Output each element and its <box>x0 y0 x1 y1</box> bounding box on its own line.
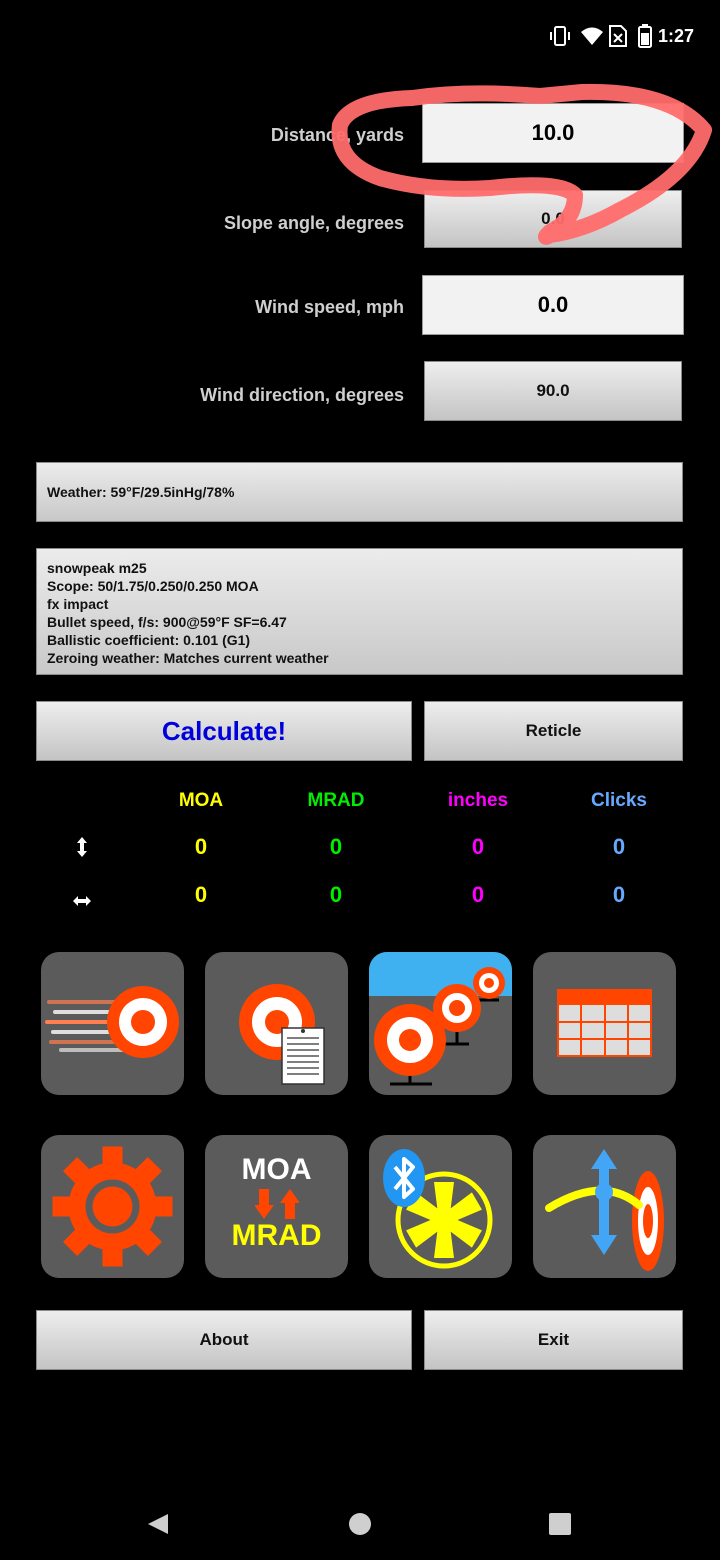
horizontal-arrow-icon <box>73 896 91 906</box>
bluetooth-wind-tile[interactable] <box>369 1135 512 1278</box>
table-tile[interactable] <box>533 952 676 1095</box>
trajectory-tile[interactable] <box>41 952 184 1095</box>
weather-button[interactable]: Weather: 59°F/29.5inHg/78% <box>36 462 683 522</box>
clicks-header: Clicks <box>591 790 647 811</box>
vertical-arrow-icon <box>77 837 87 857</box>
trajectory-arrow-icon <box>545 1149 664 1271</box>
annotation-scribble <box>331 83 712 245</box>
wind-speed-label: Wind speed, mph <box>255 297 404 317</box>
profile-line: Bullet speed, f/s: 900@59°F SF=6.47 <box>47 614 287 630</box>
status-bar: 1:27 <box>0 0 720 72</box>
mrad-header: MRAD <box>307 790 365 811</box>
wifi-icon <box>581 27 603 45</box>
profile-line: fx impact <box>47 596 109 612</box>
settings-tile[interactable] <box>41 1135 184 1278</box>
reticle-button[interactable]: Reticle <box>424 701 683 761</box>
range-targets-icon <box>369 952 512 1086</box>
clock: 1:27 <box>657 26 694 46</box>
speeding-target-icon <box>45 986 179 1058</box>
recents-icon[interactable] <box>548 1512 572 1536</box>
inches-header: inches <box>447 790 509 811</box>
vertical-inches: 0 <box>471 834 485 859</box>
target-document-icon <box>239 984 325 1085</box>
calculate-button[interactable]: Calculate! <box>36 701 412 761</box>
swap-arrows-icon <box>255 1189 299 1219</box>
back-icon[interactable] <box>146 1512 170 1536</box>
battery-icon <box>638 24 652 48</box>
horizontal-inches: 0 <box>471 882 485 907</box>
about-button[interactable]: About <box>36 1310 412 1370</box>
converter-moa-label: MOA <box>241 1153 312 1186</box>
profile-line: Zeroing weather: Matches current weather <box>47 650 329 666</box>
profile-line: Ballistic coefficient: 0.101 (G1) <box>47 632 251 648</box>
vertical-moa: 0 <box>194 834 208 859</box>
wind-direction-button[interactable]: 90.0 <box>424 361 682 421</box>
vertical-mrad: 0 <box>329 834 343 859</box>
targets-range-tile[interactable] <box>369 952 512 1095</box>
gear-icon <box>52 1146 173 1267</box>
unit-converter-tile[interactable]: MOA MRAD <box>205 1135 348 1278</box>
wind-speed-field[interactable]: 0.0 <box>422 275 684 335</box>
weather-text: Weather: 59°F/29.5inHg/78% <box>47 484 235 500</box>
profile-line: snowpeak m25 <box>47 560 147 576</box>
profile-button[interactable]: snowpeak m25 Scope: 50/1.75/0.250/0.250 … <box>36 548 683 675</box>
sim-icon <box>609 25 627 47</box>
vertical-clicks: 0 <box>612 834 626 859</box>
trajectory-graph-tile[interactable] <box>533 1135 676 1278</box>
moa-header: MOA <box>178 790 224 811</box>
exit-button[interactable]: Exit <box>424 1310 683 1370</box>
horizontal-mrad: 0 <box>329 882 343 907</box>
profile-line: Scope: 50/1.75/0.250/0.250 MOA <box>47 578 259 594</box>
home-icon[interactable] <box>348 1512 372 1536</box>
converter-mrad-label: MRAD <box>231 1219 322 1252</box>
target-notes-tile[interactable] <box>205 952 348 1095</box>
navigation-bar <box>0 1480 720 1560</box>
bluetooth-anemometer-icon <box>383 1149 493 1269</box>
horizontal-clicks: 0 <box>612 882 626 907</box>
vibrate-icon <box>550 26 570 46</box>
wind-direction-label: Wind direction, degrees <box>200 385 404 405</box>
horizontal-moa: 0 <box>194 882 208 907</box>
table-icon <box>557 989 652 1057</box>
